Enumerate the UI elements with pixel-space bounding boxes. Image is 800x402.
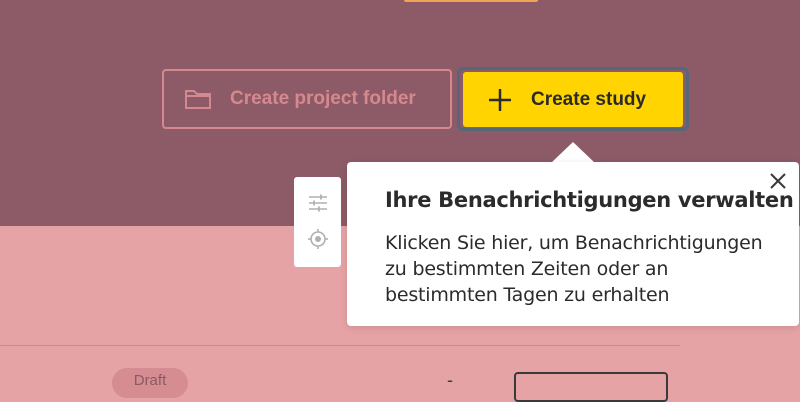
status-badge: Draft xyxy=(112,368,188,398)
create-project-folder-button[interactable]: Create project folder xyxy=(162,69,452,129)
notification-popover: Ihre Benachrichtigungen verwalten Klicke… xyxy=(347,162,799,326)
row-action-button[interactable] xyxy=(514,372,668,402)
popover-body: Klicken Sie hier, um Benachrichtigungen … xyxy=(385,232,763,306)
active-tab-indicator xyxy=(404,0,538,2)
target-icon[interactable] xyxy=(307,228,329,250)
create-project-folder-label: Create project folder xyxy=(230,88,416,109)
row-value: - xyxy=(447,370,453,390)
folder-icon xyxy=(184,88,212,110)
sliders-icon[interactable] xyxy=(307,192,329,214)
popover-title: Ihre Benachrichtigungen verwalten xyxy=(385,188,794,212)
create-study-button[interactable]: Create study xyxy=(463,72,683,127)
notification-toolbar xyxy=(294,177,341,267)
create-study-label: Create study xyxy=(531,88,647,110)
divider xyxy=(0,345,680,346)
popover-arrow xyxy=(551,142,595,163)
plus-icon xyxy=(487,87,513,113)
